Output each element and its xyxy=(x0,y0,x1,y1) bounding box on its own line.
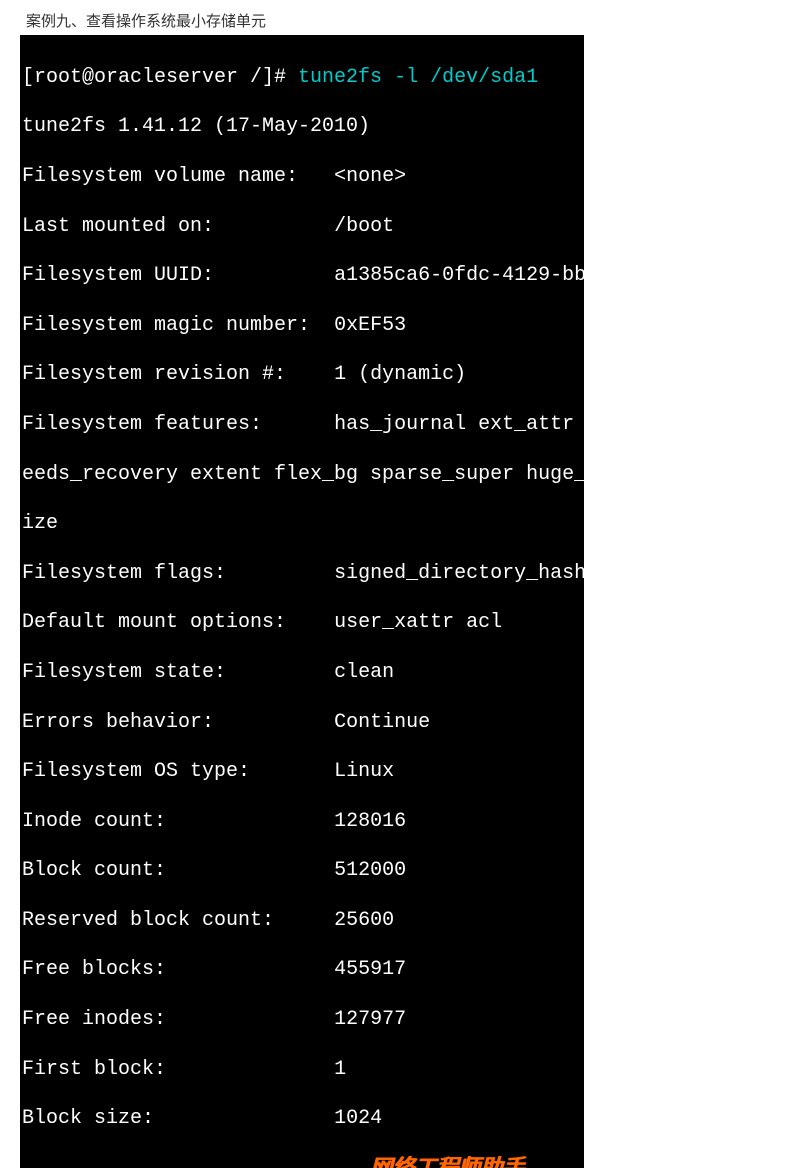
fs-row: Inode count: 128016 xyxy=(22,810,584,835)
fs-value: 512000 xyxy=(334,859,406,882)
fs-value: 128016 xyxy=(334,810,406,833)
fs-value: <none> xyxy=(334,165,406,188)
fs-label: Filesystem magic number: xyxy=(22,314,334,337)
fs-label: Free blocks: xyxy=(22,958,334,981)
fs-row: Free inodes: 127977 xyxy=(22,1008,584,1033)
fs-row: Filesystem features: has_journal ext_att… xyxy=(22,413,584,438)
fs-row: First block: 1 xyxy=(22,1058,584,1083)
fs-value: 455917 xyxy=(334,958,406,981)
watermark-text: 网络工程师助手 xyxy=(370,1154,524,1168)
fs-row: Filesystem volume name: <none> xyxy=(22,165,584,190)
wrap-line: ize xyxy=(22,512,584,537)
fs-value: Continue xyxy=(334,711,430,734)
fs-value: 1024 xyxy=(334,1107,382,1130)
fs-label: Errors behavior: xyxy=(22,711,334,734)
prompt-line: [root@oracleserver /]# tune2fs -l /dev/s… xyxy=(22,66,584,91)
fs-label: Filesystem flags: xyxy=(22,562,334,585)
fs-row: Filesystem flags: signed_directory_hash xyxy=(22,562,584,587)
version-line: tune2fs 1.41.12 (17-May-2010) xyxy=(22,115,584,140)
fs-value: has_journal ext_attr n xyxy=(334,413,584,436)
fs-label: Block size: xyxy=(22,1107,334,1130)
fs-value: 0xEF53 xyxy=(334,314,406,337)
fs-value: 1 (dynamic) xyxy=(334,363,466,386)
fs-value: a1385ca6-0fdc-4129-bbc xyxy=(334,264,584,287)
fs-label: Filesystem features: xyxy=(22,413,334,436)
fs-label: First block: xyxy=(22,1058,334,1081)
fs-label: Filesystem UUID: xyxy=(22,264,334,287)
fs-row: Errors behavior: Continue xyxy=(22,711,584,736)
fs-row: Reserved block count: 25600 xyxy=(22,909,584,934)
fs-value: 127977 xyxy=(334,1008,406,1031)
fs-value: signed_directory_hash xyxy=(334,562,584,585)
fs-row: Filesystem state: clean xyxy=(22,661,584,686)
command-text: tune2fs -l /dev/sda1 xyxy=(298,66,538,89)
fs-row: Filesystem UUID: a1385ca6-0fdc-4129-bbc xyxy=(22,264,584,289)
fs-label: Free inodes: xyxy=(22,1008,334,1031)
figure-caption: 案例九、查看操作系统最小存储单元 xyxy=(20,10,788,31)
fs-value: 1 xyxy=(334,1058,346,1081)
fs-label: Default mount options: xyxy=(22,611,334,634)
fs-row: Filesystem magic number: 0xEF53 xyxy=(22,314,584,339)
fs-label: Block count: xyxy=(22,859,334,882)
fs-row: Block count: 512000 xyxy=(22,859,584,884)
fs-value: Linux xyxy=(334,760,394,783)
fs-row: Filesystem revision #: 1 (dynamic) xyxy=(22,363,584,388)
prompt-user-host: [root@oracleserver /]# xyxy=(22,66,298,89)
fs-label: Inode count: xyxy=(22,810,334,833)
fs-value: /boot xyxy=(334,215,394,238)
wrap-line: eeds_recovery extent flex_bg sparse_supe… xyxy=(22,463,584,488)
terminal-output: [root@oracleserver /]# tune2fs -l /dev/s… xyxy=(20,35,584,1168)
fs-row: Default mount options: user_xattr acl xyxy=(22,611,584,636)
fs-row: Filesystem OS type: Linux xyxy=(22,760,584,785)
fs-value: user_xattr acl xyxy=(334,611,502,634)
fs-label: Filesystem volume name: xyxy=(22,165,334,188)
fs-label: Reserved block count: xyxy=(22,909,334,932)
fs-value: 25600 xyxy=(334,909,394,932)
fs-label: Filesystem OS type: xyxy=(22,760,334,783)
fs-row: Free blocks: 455917 xyxy=(22,958,584,983)
fs-row: Block size: 1024 xyxy=(22,1107,584,1132)
fs-value: clean xyxy=(334,661,394,684)
fs-label: Filesystem state: xyxy=(22,661,334,684)
fs-label: Last mounted on: xyxy=(22,215,334,238)
fs-row: Last mounted on: /boot xyxy=(22,215,584,240)
fs-label: Filesystem revision #: xyxy=(22,363,334,386)
